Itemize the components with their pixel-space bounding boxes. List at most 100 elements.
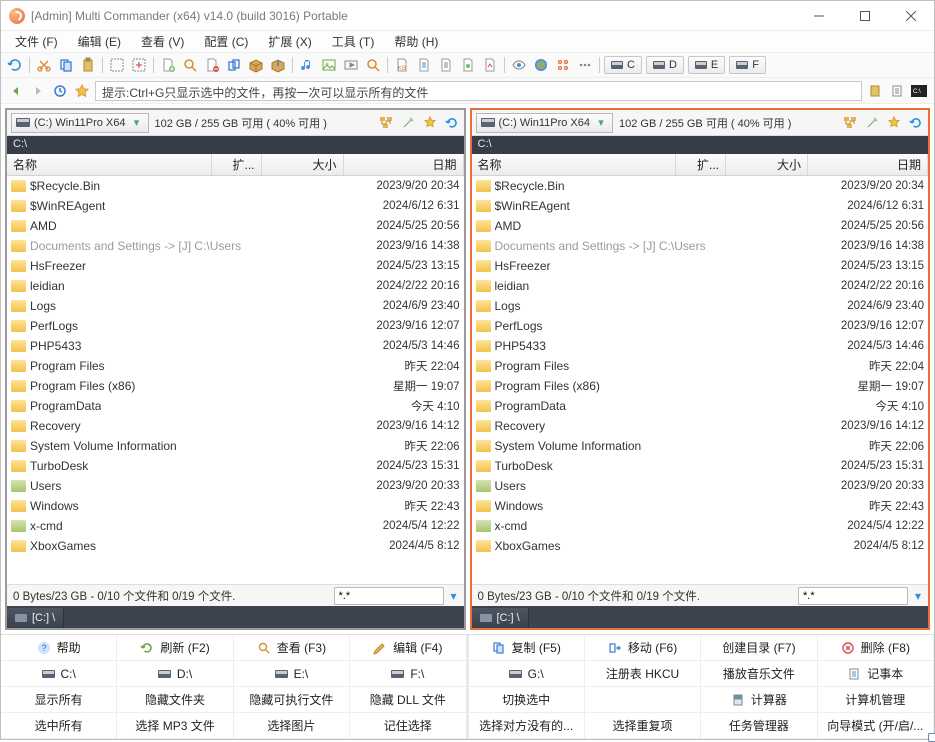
file-row[interactable]: Recovery2023/9/16 14:12 xyxy=(472,416,929,436)
panel-tab[interactable]: [C:] \ xyxy=(472,608,529,628)
cmd-button[interactable]: 隐藏可执行文件 xyxy=(234,687,350,713)
file-list[interactable]: $Recycle.Bin2023/9/20 20:34$WinREAgent20… xyxy=(7,176,464,584)
cmd-button[interactable]: 向导模式 (开/启/... xyxy=(818,713,934,739)
maximize-button[interactable] xyxy=(842,1,888,31)
paste-icon[interactable] xyxy=(78,55,98,75)
delete-icon[interactable] xyxy=(202,55,222,75)
find-icon[interactable] xyxy=(180,55,200,75)
cut-icon[interactable] xyxy=(34,55,54,75)
col-size[interactable]: 大小 xyxy=(262,154,344,175)
image-icon[interactable] xyxy=(319,55,339,75)
cmd-button[interactable]: 记住选择 xyxy=(350,713,468,739)
cmd-button[interactable]: 刷新 (F2) xyxy=(117,635,233,661)
minimize-button[interactable] xyxy=(796,1,842,31)
menu-item[interactable]: 扩展 (X) xyxy=(262,31,317,52)
file-row[interactable]: HsFreezer2024/5/23 13:15 xyxy=(7,256,464,276)
file-row[interactable]: ProgramData今天 4:10 xyxy=(472,396,929,416)
cmd-button[interactable]: D:\ xyxy=(117,661,233,687)
terminal-icon[interactable]: C:\ xyxy=(910,82,928,100)
cmd-button[interactable]: 移动 (F6) xyxy=(585,635,701,661)
cmd-button[interactable]: E:\ xyxy=(234,661,350,687)
file-row[interactable]: Documents and Settings -> [J] C:\Users20… xyxy=(7,236,464,256)
file-list[interactable]: $Recycle.Bin2023/9/20 20:34$WinREAgent20… xyxy=(472,176,929,584)
copy-icon[interactable] xyxy=(56,55,76,75)
cmd-button[interactable]: F:\ xyxy=(350,661,468,687)
new-file-icon[interactable] xyxy=(158,55,178,75)
menu-item[interactable]: 帮助 (H) xyxy=(388,31,444,52)
drive-chip-e[interactable]: E xyxy=(688,56,725,74)
file-row[interactable]: TurboDesk2024/5/23 15:31 xyxy=(472,456,929,476)
file-row[interactable]: Windows昨天 22:43 xyxy=(472,496,929,516)
cmd-button[interactable]: 显示所有 xyxy=(1,687,117,713)
cmd-button[interactable]: 切换选中 xyxy=(469,687,585,713)
cmd-button[interactable]: 注册表 HKCU xyxy=(585,661,701,687)
file-row[interactable]: System Volume Information昨天 22:06 xyxy=(7,436,464,456)
cmd-button[interactable]: ?帮助 xyxy=(1,635,117,661)
file-row[interactable]: PerfLogs2023/9/16 12:07 xyxy=(472,316,929,336)
col-date[interactable]: 日期 xyxy=(808,154,928,175)
file-row[interactable]: Program Files昨天 22:04 xyxy=(7,356,464,376)
file-row[interactable]: PHP54332024/5/3 14:46 xyxy=(472,336,929,356)
hash-icon[interactable] xyxy=(553,55,573,75)
file-row[interactable]: Program Files (x86)星期一 19:07 xyxy=(7,376,464,396)
refresh-panel-icon[interactable] xyxy=(444,115,460,131)
cmd-button[interactable]: 选择对方没有的... xyxy=(469,713,585,739)
cmd-button[interactable]: 播放音乐文件 xyxy=(701,661,817,687)
path-bar[interactable]: C:\ xyxy=(472,136,929,154)
menu-item[interactable]: 编辑 (E) xyxy=(72,31,127,52)
cmd-button[interactable]: 创建目录 (F7) xyxy=(701,635,817,661)
file-row[interactable]: $WinREAgent2024/6/12 6:31 xyxy=(7,196,464,216)
cmd-button[interactable]: 选中所有 xyxy=(1,713,117,739)
hint-input[interactable]: 提示:Ctrl+G只显示选中的文件，再按一次可以显示所有的文件 xyxy=(95,81,862,101)
file-row[interactable]: System Volume Information昨天 22:06 xyxy=(472,436,929,456)
refresh-panel-icon[interactable] xyxy=(908,115,924,131)
back-button[interactable] xyxy=(7,82,25,100)
file-row[interactable]: AMD2024/5/25 20:56 xyxy=(7,216,464,236)
col-ext[interactable]: 扩... xyxy=(212,154,262,175)
funnel-icon[interactable]: ▾ xyxy=(908,589,928,603)
cmd-button[interactable]: 计算器 xyxy=(701,687,817,713)
menu-item[interactable]: 查看 (V) xyxy=(135,31,190,52)
col-name[interactable]: 名称 xyxy=(7,154,212,175)
col-date[interactable]: 日期 xyxy=(344,154,464,175)
drive-chip-c[interactable]: C xyxy=(604,56,642,74)
cmd-button[interactable]: 选择 MP3 文件 xyxy=(117,713,233,739)
cmd-button[interactable]: G:\ xyxy=(469,661,585,687)
file-row[interactable]: TurboDesk2024/5/23 15:31 xyxy=(7,456,464,476)
funnel-icon[interactable]: ▾ xyxy=(444,589,464,603)
file-row[interactable]: Users2023/9/20 20:33 xyxy=(472,476,929,496)
drive-picker[interactable]: (C:) Win11Pro X64 ▾ xyxy=(11,113,149,133)
col-size[interactable]: 大小 xyxy=(726,154,808,175)
cmd-button[interactable]: 隐藏文件夹 xyxy=(117,687,233,713)
cmd-button[interactable]: 选择图片 xyxy=(234,713,350,739)
cmd-button[interactable]: 记事本 xyxy=(818,661,934,687)
video-icon[interactable] xyxy=(341,55,361,75)
file-row[interactable]: x-cmd2024/5/4 12:22 xyxy=(7,516,464,536)
clipboard-icon[interactable] xyxy=(866,82,884,100)
path-bar[interactable]: C:\ xyxy=(7,136,464,154)
star-icon[interactable] xyxy=(886,115,902,131)
refresh-icon[interactable] xyxy=(5,55,25,75)
drive-chip-f[interactable]: F xyxy=(729,56,766,74)
more-icon[interactable] xyxy=(575,55,595,75)
file-row[interactable]: $Recycle.Bin2023/9/20 20:34 xyxy=(472,176,929,196)
star-icon[interactable] xyxy=(422,115,438,131)
select-icon[interactable] xyxy=(107,55,127,75)
unbox-icon[interactable] xyxy=(268,55,288,75)
file-row[interactable]: Logs2024/6/9 23:40 xyxy=(472,296,929,316)
file-row[interactable]: ProgramData今天 4:10 xyxy=(7,396,464,416)
cmd-button[interactable]: 查看 (F3) xyxy=(234,635,350,661)
color-icon[interactable] xyxy=(531,55,551,75)
file-row[interactable]: Logs2024/6/9 23:40 xyxy=(7,296,464,316)
expand-icon[interactable] xyxy=(129,55,149,75)
drive-chip-d[interactable]: D xyxy=(646,56,684,74)
close-button[interactable] xyxy=(888,1,934,31)
eye-icon[interactable] xyxy=(509,55,529,75)
filter-input[interactable] xyxy=(334,587,444,605)
file-row[interactable]: Program Files (x86)星期一 19:07 xyxy=(472,376,929,396)
cmd-button[interactable]: 隐藏 DLL 文件 xyxy=(350,687,468,713)
box-icon[interactable] xyxy=(246,55,266,75)
doc1-icon[interactable]: KB xyxy=(392,55,412,75)
tree-icon[interactable] xyxy=(378,115,394,131)
wand-icon[interactable] xyxy=(400,115,416,131)
